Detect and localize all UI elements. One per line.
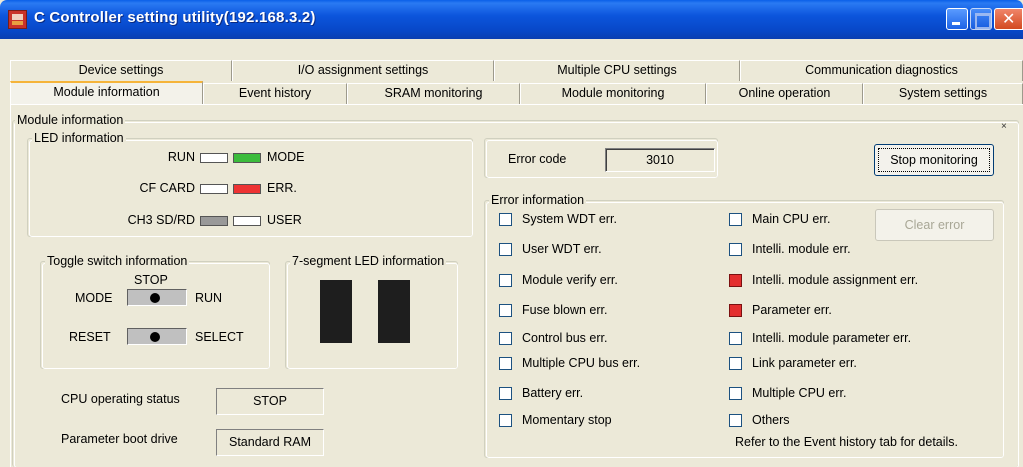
- tab-module-monitoring[interactable]: Module monitoring: [520, 83, 706, 104]
- cpu-status-value: STOP: [216, 388, 324, 415]
- intelli-module-err-label: Intelli. module err.: [752, 242, 851, 256]
- main-cpu-err-checkbox[interactable]: [729, 213, 742, 226]
- module-verify-err-checkbox[interactable]: [499, 274, 512, 287]
- toggle-select-label: SELECT: [195, 330, 244, 344]
- led-cf-card: [200, 184, 228, 194]
- error-code-value: 3010: [605, 148, 715, 172]
- title-bar[interactable]: C Controller setting utility(192.168.3.2…: [0, 0, 1023, 39]
- multiple-cpu-bus-err-checkbox[interactable]: [499, 357, 512, 370]
- led-run-label: RUN: [167, 150, 195, 164]
- toggle-stop-label: STOP: [134, 273, 168, 287]
- multiple-cpu-err-label: Multiple CPU err.: [752, 386, 847, 400]
- intelli-module-assignment-err-label: Intelli. module assignment err.: [752, 273, 919, 287]
- link-parameter-err-checkbox[interactable]: [729, 357, 742, 370]
- seven-segment-digit-1: [320, 280, 352, 343]
- momentary-stop-label: Momentary stop: [522, 413, 612, 427]
- maximize-button[interactable]: [970, 8, 992, 30]
- close-mark[interactable]: ×: [1001, 121, 1007, 132]
- reset-toggle-knob: [150, 332, 160, 342]
- battery-err-checkbox[interactable]: [499, 387, 512, 400]
- module-information-title: Module information: [15, 113, 126, 127]
- momentary-stop-checkbox[interactable]: [499, 414, 512, 427]
- tab-device-settings[interactable]: Device settings: [10, 60, 232, 81]
- stop-monitoring-label: Stop monitoring: [890, 153, 978, 167]
- intelli-module-parameter-err-checkbox[interactable]: [729, 332, 742, 345]
- boot-drive-value: Standard RAM: [216, 429, 324, 456]
- seven-segment-digit-2: [378, 280, 410, 343]
- reset-toggle-switch: [127, 328, 187, 345]
- led-mode: [233, 153, 261, 163]
- seven-segment-title: 7-segment LED information: [290, 254, 447, 268]
- clear-error-label: Clear error: [904, 218, 965, 232]
- user-wdt-err-label: User WDT err.: [522, 242, 602, 256]
- toggle-switch-title: Toggle switch information: [45, 254, 190, 268]
- link-parameter-err-label: Link parameter err.: [752, 356, 857, 370]
- toggle-run-label: RUN: [195, 291, 223, 305]
- tab-module-information[interactable]: Module information: [10, 81, 203, 105]
- mode-toggle-switch: [127, 289, 187, 306]
- boot-drive-label: Parameter boot drive: [61, 432, 178, 446]
- led-cf-card-label: CF CARD: [139, 181, 195, 195]
- tab-sram-monitoring[interactable]: SRAM monitoring: [347, 83, 520, 104]
- led-err: [233, 184, 261, 194]
- control-bus-err-label: Control bus err.: [522, 331, 608, 345]
- mode-toggle-knob: [150, 293, 160, 303]
- stop-monitoring-button[interactable]: Stop monitoring: [874, 144, 994, 176]
- fuse-blown-err-label: Fuse blown err.: [522, 303, 608, 317]
- tab-communication-diagnostics[interactable]: Communication diagnostics: [740, 60, 1023, 81]
- tab-event-history[interactable]: Event history: [203, 83, 347, 104]
- tab-io-assignment-settings[interactable]: I/O assignment settings: [232, 60, 494, 81]
- app-icon: [8, 10, 27, 29]
- battery-err-label: Battery err.: [522, 386, 584, 400]
- user-wdt-err-checkbox[interactable]: [499, 243, 512, 256]
- clear-error-button[interactable]: Clear error: [875, 209, 994, 241]
- led-ch3-sdrd: [200, 216, 228, 226]
- tab-multiple-cpu-settings[interactable]: Multiple CPU settings: [494, 60, 740, 81]
- error-code-label: Error code: [508, 152, 567, 166]
- led-mode-label: MODE: [267, 150, 305, 164]
- intelli-module-err-checkbox[interactable]: [729, 243, 742, 256]
- tab-system-settings[interactable]: System settings: [863, 83, 1023, 104]
- multiple-cpu-err-checkbox[interactable]: [729, 387, 742, 400]
- close-button[interactable]: [994, 8, 1023, 30]
- intelli-module-parameter-err-label: Intelli. module parameter err.: [752, 331, 912, 345]
- led-ch3-sdrd-label: CH3 SD/RD: [127, 213, 195, 227]
- event-history-note: Refer to the Event history tab for detai…: [735, 435, 959, 449]
- led-err-label: ERR.: [267, 181, 297, 195]
- tab-online-operation[interactable]: Online operation: [706, 83, 863, 104]
- minimize-button[interactable]: [946, 8, 968, 30]
- led-information-title: LED information: [32, 131, 126, 145]
- others-label: Others: [752, 413, 790, 427]
- system-wdt-err-checkbox[interactable]: [499, 213, 512, 226]
- fuse-blown-err-checkbox[interactable]: [499, 304, 512, 317]
- cpu-status-label: CPU operating status: [61, 392, 180, 406]
- others-checkbox[interactable]: [729, 414, 742, 427]
- multiple-cpu-bus-err-label: Multiple CPU bus err.: [522, 356, 641, 370]
- led-user-label: USER: [267, 213, 302, 227]
- error-information-title: Error information: [489, 193, 587, 207]
- module-verify-err-label: Module verify err.: [522, 273, 618, 287]
- led-user: [233, 216, 261, 226]
- control-bus-err-checkbox[interactable]: [499, 332, 512, 345]
- toggle-reset-label: RESET: [69, 330, 111, 344]
- toggle-mode-label: MODE: [75, 291, 113, 305]
- led-run: [200, 153, 228, 163]
- system-wdt-err-label: System WDT err.: [522, 212, 617, 226]
- seven-segment-group: 7-segment LED information: [285, 254, 458, 369]
- main-cpu-err-label: Main CPU err.: [752, 212, 831, 226]
- parameter-err-checkbox[interactable]: [729, 304, 742, 317]
- parameter-err-label: Parameter err.: [752, 303, 832, 317]
- intelli-module-assignment-err-checkbox[interactable]: [729, 274, 742, 287]
- window-title: C Controller setting utility(192.168.3.2…: [34, 9, 316, 26]
